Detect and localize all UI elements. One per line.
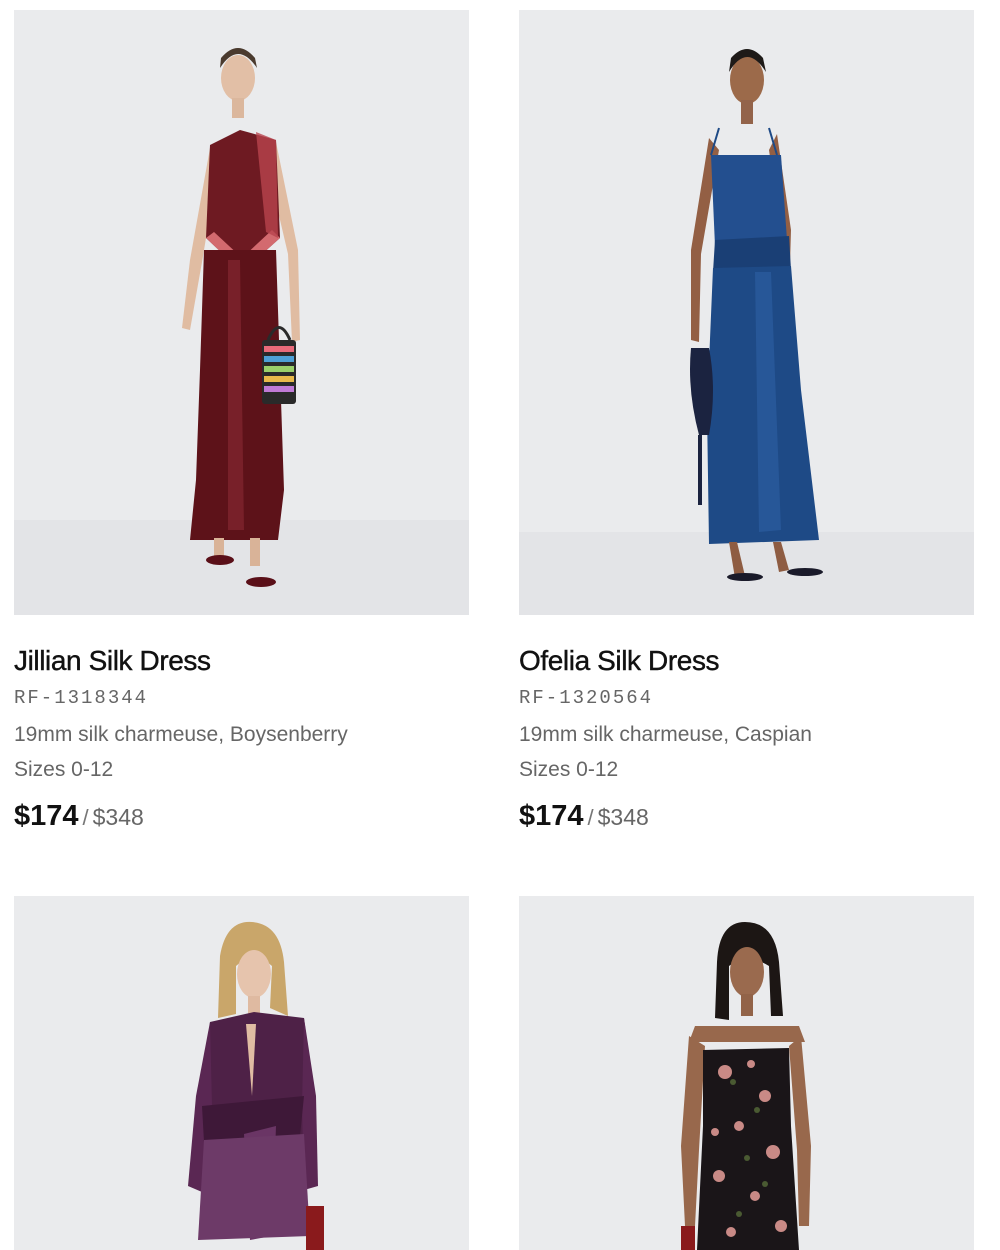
product-grid: Jillian Silk Dress RF-1318344 19mm silk … <box>14 10 974 1250</box>
product-card[interactable] <box>14 896 469 1250</box>
sale-price: $174 <box>14 800 79 832</box>
product-sizes: Sizes 0-12 <box>519 758 619 781</box>
original-price: $348 <box>597 804 649 830</box>
product-card[interactable]: Jillian Silk Dress RF-1318344 19mm silk … <box>14 10 469 839</box>
dress-photo-plum <box>14 896 469 1250</box>
product-name[interactable]: Jillian Silk Dress <box>14 643 469 679</box>
product-image[interactable] <box>14 896 469 1250</box>
product-card[interactable] <box>519 896 974 1250</box>
price-block: $174/$348 <box>519 798 974 839</box>
dress-photo-burgundy <box>14 10 469 615</box>
product-image[interactable] <box>519 896 974 1250</box>
price-separator: / <box>82 805 89 830</box>
product-image[interactable] <box>519 10 974 615</box>
product-image[interactable] <box>14 10 469 615</box>
product-fabric: 19mm silk charmeuse, Boysenberry <box>14 723 348 746</box>
product-fabric: 19mm silk charmeuse, Caspian <box>519 723 812 746</box>
product-sku: RF-1318344 <box>14 687 149 709</box>
dress-photo-blue <box>519 10 974 615</box>
price-block: $174/$348 <box>14 798 469 839</box>
product-card[interactable]: Ofelia Silk Dress RF-1320564 19mm silk c… <box>519 10 974 839</box>
product-name[interactable]: Ofelia Silk Dress <box>519 643 974 679</box>
price-separator: / <box>587 805 594 830</box>
sale-price: $174 <box>519 800 584 832</box>
product-sku: RF-1320564 <box>519 687 654 709</box>
product-sizes: Sizes 0-12 <box>14 758 114 781</box>
dress-photo-floral <box>519 896 974 1250</box>
original-price: $348 <box>92 804 144 830</box>
